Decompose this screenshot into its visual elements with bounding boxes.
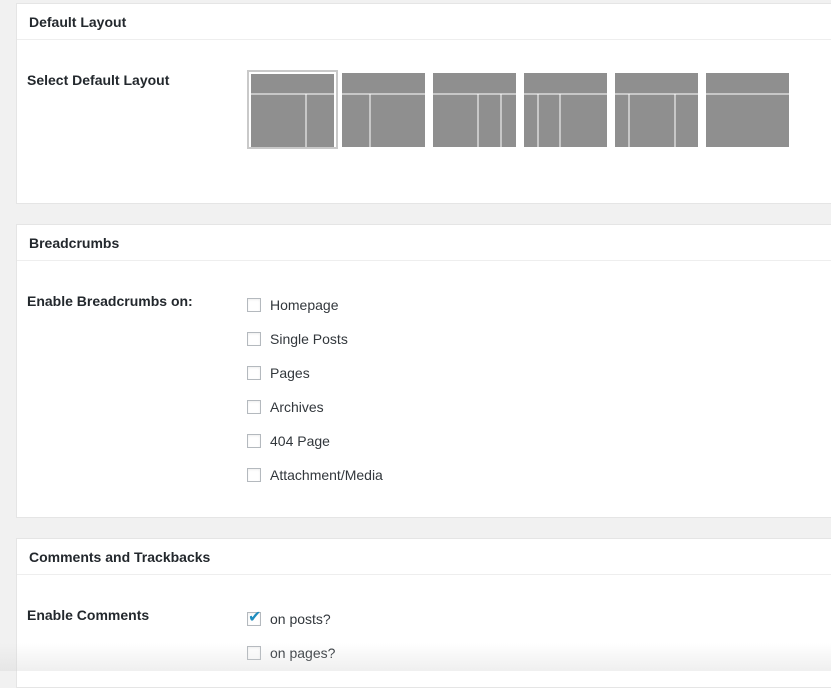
- enable-breadcrumbs-label: Enable Breadcrumbs on:: [27, 293, 193, 309]
- breadcrumb-option-pages[interactable]: Pages: [247, 363, 310, 383]
- on-pages-checkbox[interactable]: [247, 646, 261, 660]
- layout-option-full-width-content[interactable]: [706, 73, 789, 147]
- breadcrumb-option-attachment-media[interactable]: Attachment/Media: [247, 465, 383, 485]
- on-posts-checkbox[interactable]: ✔: [247, 609, 262, 626]
- checkbox-label: Pages: [270, 365, 310, 381]
- pages-checkbox[interactable]: [247, 366, 261, 380]
- comments-panel: Comments and Trackbacks Enable Comments …: [16, 538, 831, 688]
- enable-comments-label: Enable Comments: [27, 607, 150, 623]
- layout-full-width-content-icon: [706, 73, 789, 147]
- layout-content-sidebar-sidebar-icon: [251, 74, 334, 147]
- comments-option-on-pages[interactable]: on pages?: [247, 643, 335, 663]
- layout-option-sidebar-content-sidebar-2[interactable]: [615, 73, 698, 147]
- checkbox-label: 404 Page: [270, 433, 330, 449]
- homepage-checkbox[interactable]: [247, 298, 261, 312]
- checkbox-label: Single Posts: [270, 331, 348, 347]
- layout-sidebar-content-sidebar-2-icon: [615, 73, 698, 147]
- checkbox-label: on pages?: [270, 645, 336, 661]
- checkmark-icon: ✔: [248, 609, 262, 626]
- layout-sidebar-content-sidebar-icon: [524, 73, 607, 147]
- layout-option-sidebar-sidebar-content[interactable]: [342, 73, 425, 147]
- layout-content-sidebar-sidebar-narrow-icon: [433, 73, 516, 147]
- panel-title: Default Layout: [17, 4, 831, 40]
- panel-title: Breadcrumbs: [17, 225, 831, 261]
- layout-option-content-sidebar-sidebar[interactable]: [247, 70, 338, 149]
- checkbox-label: Homepage: [270, 297, 339, 313]
- default-layout-panel: Default Layout Select Default Layout: [16, 3, 831, 204]
- breadcrumb-option-homepage[interactable]: Homepage: [247, 295, 339, 315]
- archives-checkbox[interactable]: [247, 400, 261, 414]
- breadcrumbs-panel: Breadcrumbs Enable Breadcrumbs on: Homep…: [16, 224, 831, 518]
- layout-option-sidebar-content-sidebar[interactable]: [524, 73, 607, 147]
- breadcrumb-option-archives[interactable]: Archives: [247, 397, 324, 417]
- 404-page-checkbox[interactable]: [247, 434, 261, 448]
- attachment-media-checkbox[interactable]: [247, 468, 261, 482]
- checkbox-label: Archives: [270, 399, 324, 415]
- breadcrumb-option-404-page[interactable]: 404 Page: [247, 431, 330, 451]
- checkbox-label: Attachment/Media: [270, 467, 383, 483]
- single-posts-checkbox[interactable]: [247, 332, 261, 346]
- breadcrumb-option-single-posts[interactable]: Single Posts: [247, 329, 348, 349]
- comments-option-on-posts[interactable]: ✔ on posts?: [247, 609, 331, 629]
- checkbox-label: on posts?: [270, 611, 331, 627]
- layout-sidebar-sidebar-content-icon: [342, 73, 425, 147]
- layout-option-content-sidebar-sidebar-narrow[interactable]: [433, 73, 516, 147]
- select-layout-label: Select Default Layout: [27, 72, 170, 88]
- panel-title: Comments and Trackbacks: [17, 539, 831, 575]
